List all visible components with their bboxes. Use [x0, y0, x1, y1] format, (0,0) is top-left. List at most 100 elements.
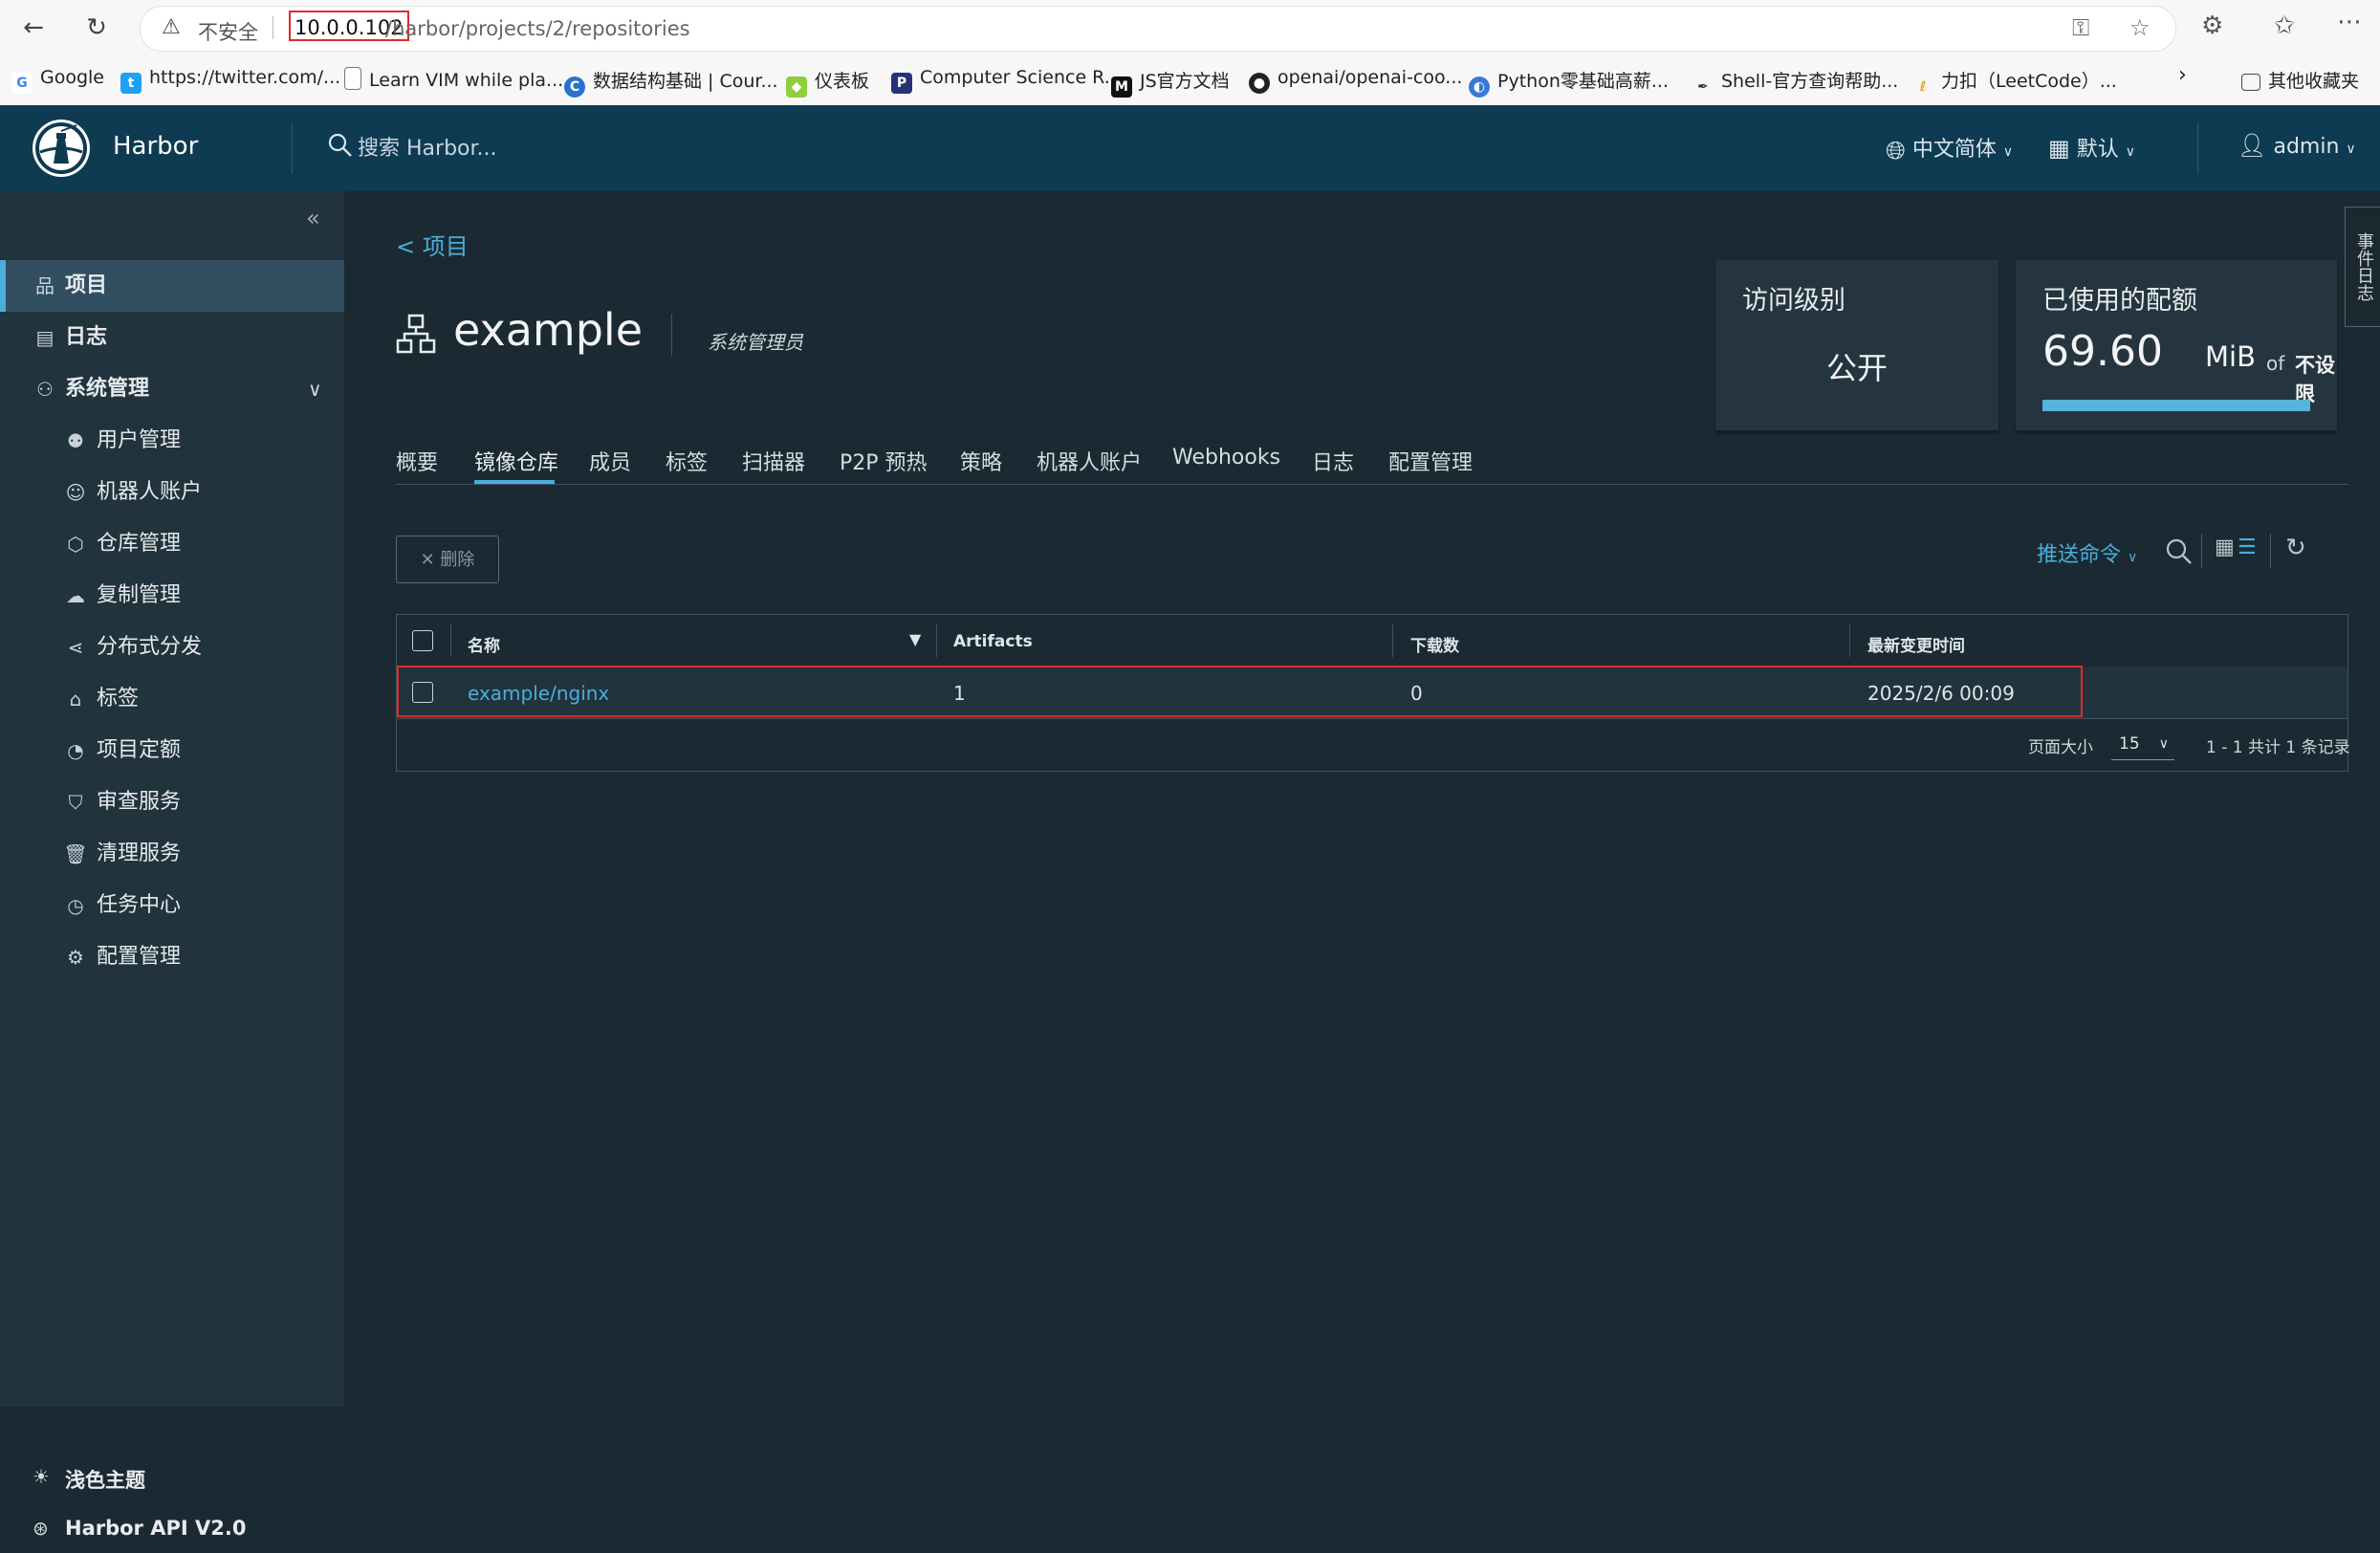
page-size-select[interactable]: 15 ∨ [2111, 728, 2174, 760]
sidebar-item-admin[interactable]: ⚇ 系统管理 ∨ [0, 363, 344, 415]
folder-icon [2241, 74, 2260, 91]
back-to-projects-link[interactable]: < 项目 [396, 228, 469, 261]
sidebar-item-users[interactable]: ⚉ 用户管理 [0, 415, 344, 467]
card-view-icon[interactable]: ▦ [2215, 536, 2235, 559]
repository-link[interactable]: example/nginx [468, 682, 609, 705]
bookmark-twitter[interactable]: t https://twitter.com/... [120, 67, 340, 94]
chevron-down-icon: ∨ [2158, 736, 2169, 752]
access-level-title: 访问级别 [1742, 286, 1845, 316]
more-icon[interactable]: ⋯ [2337, 8, 2362, 36]
language-selector[interactable]: 🌐︎ 中文简体 ∨ [1886, 132, 2013, 166]
api-link[interactable]: ⊛ Harbor API V2.0 [0, 1505, 344, 1553]
sidebar-item-replication[interactable]: ☁ 复制管理 [0, 570, 344, 622]
log-icon: ▤ [35, 326, 55, 349]
bookmark-dashboard[interactable]: ◆ 仪表板 [786, 67, 869, 98]
back-arrow-icon[interactable]: ← [17, 11, 50, 44]
admin-icon: ⚇ [36, 378, 54, 401]
tab-configuration[interactable]: 配置管理 [1388, 446, 1473, 476]
tab-logs[interactable]: 日志 [1312, 446, 1354, 476]
bookmark-vim[interactable]: Learn VIM while pla... [344, 67, 563, 91]
column-header-downloads[interactable]: 下载数 [1410, 632, 1459, 656]
bookmark-google[interactable]: G Google [11, 67, 104, 94]
search-icon[interactable] [2165, 537, 2194, 566]
sidebar-item-clean-up[interactable]: 🗑︎ 清理服务 [0, 828, 344, 880]
header-divider [292, 122, 293, 174]
project-role: 系统管理员 [708, 331, 803, 354]
sidebar-item-configuration[interactable]: ⚙ 配置管理 [0, 931, 344, 983]
refresh-icon[interactable]: ↻ [2285, 534, 2306, 562]
quota-title: 已使用的配额 [2042, 286, 2197, 316]
column-header-artifacts[interactable]: Artifacts [953, 632, 1033, 651]
user-menu[interactable]: 👤︎ admin ∨ [2238, 132, 2356, 159]
table-row[interactable]: example/nginx 1 0 2025/2/6 00:09 [397, 666, 2347, 719]
event-log-tab[interactable]: 事件日志 [2345, 207, 2380, 327]
tab-p2p-preheat[interactable]: P2P 预热 [840, 446, 928, 476]
cube-icon: ◆ [786, 77, 807, 98]
bookmark-shell[interactable]: ✒ Shell-官方查询帮助... [1692, 67, 1898, 98]
tab-webhooks[interactable]: Webhooks [1172, 446, 1280, 470]
bookmark-js[interactable]: M JS官方文档 [1111, 67, 1230, 98]
sidebar-item-quotas[interactable]: ◔ 项目定额 [0, 725, 344, 776]
search-input[interactable] [356, 130, 742, 166]
tab-labels[interactable]: 标签 [666, 446, 708, 476]
quota-limit: 不设限 [2295, 354, 2335, 405]
sidebar-item-interrogation[interactable]: ⛉ 审查服务 [0, 776, 344, 828]
other-bookmarks[interactable]: 其他收藏夹 [2241, 67, 2359, 93]
warning-icon: ⚠ [162, 15, 181, 39]
p-icon: P [891, 73, 912, 94]
filter-icon[interactable]: ▼ [909, 630, 921, 648]
push-command-dropdown[interactable]: 推送命令 ∨ [2037, 537, 2137, 568]
sidebar-item-logs[interactable]: ▤ 日志 [0, 312, 344, 363]
sidebar-item-registries[interactable]: ⬡ 仓库管理 [0, 518, 344, 570]
sidebar-item-robot[interactable]: ☺ 机器人账户 [0, 467, 344, 518]
bookmark-cs[interactable]: P Computer Science R... [891, 67, 1122, 94]
column-header-updated[interactable]: 最新变更时间 [1867, 632, 1965, 656]
header-divider [2197, 122, 2198, 174]
tab-robot-accounts[interactable]: 机器人账户 [1037, 446, 1142, 476]
tag-icon: ⌂ [69, 688, 82, 711]
star-icon[interactable]: ☆ [2129, 14, 2151, 41]
updated-time: 2025/2/6 00:09 [1867, 682, 2015, 705]
favorites-icon[interactable]: ✩ [2274, 11, 2295, 40]
api-icon: ⊛ [33, 1517, 49, 1540]
list-view-icon[interactable]: ☰ [2238, 536, 2257, 559]
theme-toggle[interactable]: ☀ 浅色主题 [0, 1454, 344, 1501]
bookmark-coursera[interactable]: C 数据结构基础 | Cour... [564, 67, 778, 98]
sidebar-item-job-service[interactable]: ◷ 任务中心 [0, 880, 344, 931]
reload-icon[interactable]: ↻ [80, 11, 113, 44]
chevron-down-icon: ∨ [2346, 142, 2356, 157]
sidebar-item-labels[interactable]: ⌂ 标签 [0, 673, 344, 725]
key-icon[interactable]: ⚿ [2072, 14, 2089, 41]
date-format-selector[interactable]: ▦ 默认 ∨ [2048, 132, 2135, 163]
harbor-logo-icon[interactable] [33, 120, 90, 177]
search-icon[interactable] [327, 132, 354, 159]
tab-members[interactable]: 成员 [589, 446, 631, 476]
dashboard-icon: ◷ [67, 894, 84, 917]
bookmark-openai[interactable]: ● openai/openai-coo... [1249, 67, 1462, 94]
chevron-right-icon[interactable]: › [2178, 63, 2187, 87]
bookmark-python[interactable]: ◐ Python零基础高薪... [1469, 67, 1669, 98]
column-header-name[interactable]: 名称 [468, 632, 500, 656]
delete-button[interactable]: ✕ 删除 [396, 536, 499, 583]
column-separator [1849, 624, 1850, 657]
extensions-icon[interactable]: ⚙ [2201, 11, 2223, 40]
toolbar-divider [2270, 534, 2271, 568]
tab-summary[interactable]: 概要 [396, 446, 438, 476]
sidebar-item-distribution[interactable]: ⋖ 分布式分发 [0, 622, 344, 673]
downloads-count: 0 [1410, 682, 1423, 705]
browser-toolbar: ← ↻ ⚠ 不安全 10.0.0.102 /harbor/projects/2/… [0, 0, 2380, 55]
collapse-sidebar-icon[interactable]: « [306, 205, 320, 231]
sidebar-item-projects[interactable]: 品 项目 [0, 260, 350, 312]
table-footer: 页面大小 15 ∨ 1 - 1 共计 1 条记录 [397, 718, 2350, 772]
pagination-summary: 1 - 1 共计 1 条记录 [2206, 738, 2350, 757]
tab-repositories[interactable]: 镜像仓库 [474, 446, 558, 476]
select-all-checkbox[interactable] [412, 630, 433, 651]
bookmark-leetcode[interactable]: ℓ 力扣（LeetCode）... [1912, 67, 2117, 98]
address-bar[interactable]: ⚠ 不安全 10.0.0.102 /harbor/projects/2/repo… [140, 6, 2176, 52]
access-level-card: 访问级别 公开 [1715, 260, 1998, 430]
quota-icon: ◔ [67, 739, 84, 762]
tab-scanner[interactable]: 扫描器 [742, 446, 805, 476]
row-checkbox[interactable] [412, 682, 433, 703]
tab-policy[interactable]: 策略 [960, 446, 1002, 476]
brand-name[interactable]: Harbor [113, 132, 198, 161]
